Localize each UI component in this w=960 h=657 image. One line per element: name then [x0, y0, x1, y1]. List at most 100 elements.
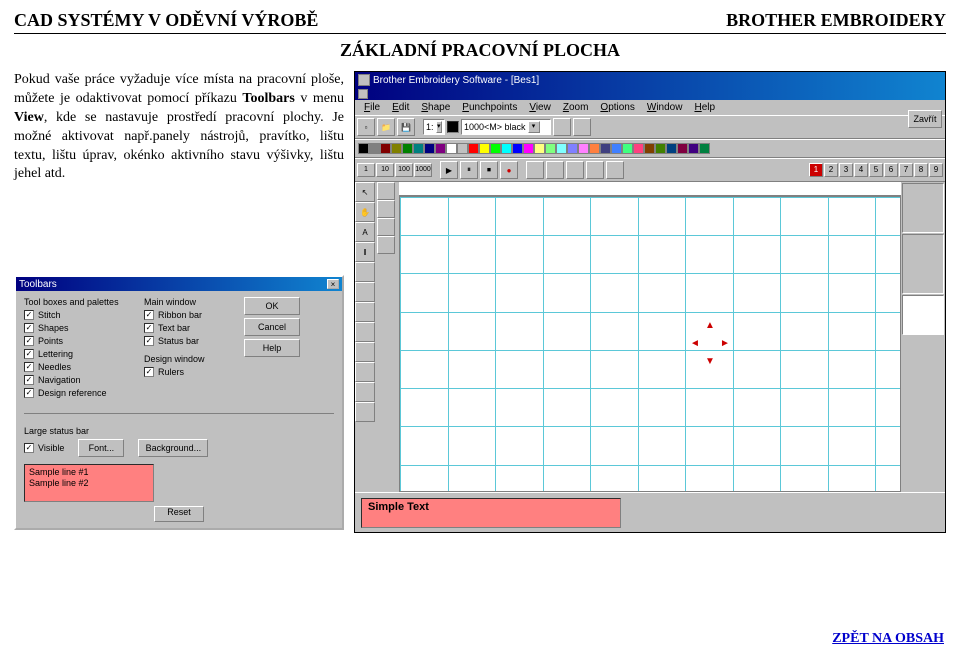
zoom-10[interactable]: 10	[376, 163, 394, 177]
needle-7[interactable]: 7	[899, 163, 913, 177]
tool-2[interactable]	[573, 118, 591, 136]
tool-p1[interactable]	[355, 262, 375, 282]
reference-panel[interactable]	[902, 234, 944, 294]
color-swatch[interactable]	[600, 143, 611, 154]
dialog-close-icon[interactable]: ×	[327, 279, 339, 289]
color-swatch[interactable]	[644, 143, 655, 154]
reset-button[interactable]: Reset	[154, 506, 204, 522]
measure-icon[interactable]: ‖	[355, 242, 375, 262]
back-to-contents-link[interactable]: ZPĚT NA OBSAH	[832, 631, 944, 647]
chk-ribbon-bar[interactable]: Ribbon bar	[144, 310, 234, 320]
chk-navigation[interactable]: Navigation	[24, 375, 134, 385]
preview-panel[interactable]	[902, 295, 944, 335]
needle-6[interactable]: 6	[884, 163, 898, 177]
tool-q2[interactable]	[377, 200, 395, 218]
color-swatch[interactable]	[380, 143, 391, 154]
tool-p4[interactable]	[355, 322, 375, 342]
color-swatch[interactable]	[523, 143, 534, 154]
chk-design-reference[interactable]: Design reference	[24, 388, 134, 398]
color-combo[interactable]: 1000<M> black▾	[461, 119, 551, 135]
color-swatch[interactable]	[545, 143, 556, 154]
color-swatch[interactable]	[567, 143, 578, 154]
color-swatch[interactable]	[413, 143, 424, 154]
tool-c[interactable]	[566, 161, 584, 179]
chk-lettering[interactable]: Lettering	[24, 349, 134, 359]
color-swatch[interactable]	[677, 143, 688, 154]
tool-e[interactable]	[606, 161, 624, 179]
tool-q4[interactable]	[377, 236, 395, 254]
menu-zoom[interactable]: Zoom	[558, 101, 594, 114]
menu-punchpoints[interactable]: Punchpoints	[457, 101, 522, 114]
color-swatch[interactable]	[402, 143, 413, 154]
color-swatch[interactable]	[369, 143, 380, 154]
tool-p3[interactable]	[355, 302, 375, 322]
zoom-100[interactable]: 100	[395, 163, 413, 177]
dialog-titlebar[interactable]: Toolbars ×	[16, 277, 342, 291]
tool-p8[interactable]	[355, 402, 375, 422]
chk-text-bar[interactable]: Text bar	[144, 323, 234, 333]
menu-options[interactable]: Options	[595, 101, 639, 114]
chk-points[interactable]: Points	[24, 336, 134, 346]
needle-4[interactable]: 4	[854, 163, 868, 177]
color-swatch[interactable]	[457, 143, 468, 154]
tool-b[interactable]	[546, 161, 564, 179]
color-swatch[interactable]	[688, 143, 699, 154]
color-swatch[interactable]	[699, 143, 710, 154]
zoom-1[interactable]: 1	[357, 163, 375, 177]
needle-1[interactable]: 1	[809, 163, 823, 177]
menu-shape[interactable]: Shape	[416, 101, 455, 114]
close-button[interactable]: Zavřít	[908, 110, 942, 128]
pause-icon[interactable]: ⏸	[460, 161, 478, 179]
color-swatch[interactable]	[479, 143, 490, 154]
menu-edit[interactable]: Edit	[387, 101, 414, 114]
needle-5[interactable]: 5	[869, 163, 883, 177]
chk-stitch[interactable]: Stitch	[24, 310, 134, 320]
design-canvas[interactable]: ◄ ► ▲ ▼	[399, 196, 901, 492]
color-swatch[interactable]	[446, 143, 457, 154]
color-swatch[interactable]	[447, 121, 459, 133]
color-swatch[interactable]	[578, 143, 589, 154]
color-swatch[interactable]	[534, 143, 545, 154]
chk-shapes[interactable]: Shapes	[24, 323, 134, 333]
color-swatch[interactable]	[501, 143, 512, 154]
menu-view[interactable]: View	[524, 101, 556, 114]
help-button[interactable]: Help	[244, 339, 300, 357]
color-swatch[interactable]	[622, 143, 633, 154]
needle-3[interactable]: 3	[839, 163, 853, 177]
rec-icon[interactable]: ●	[500, 161, 518, 179]
stop-icon[interactable]: ⏹	[480, 161, 498, 179]
color-swatch[interactable]	[358, 143, 369, 154]
text-icon[interactable]: A	[355, 222, 375, 242]
tool-p5[interactable]	[355, 342, 375, 362]
chk-rulers[interactable]: Rulers	[144, 367, 234, 377]
chk-visible[interactable]: Visible	[24, 443, 64, 453]
color-swatch[interactable]	[424, 143, 435, 154]
color-swatch[interactable]	[468, 143, 479, 154]
needle-2[interactable]: 2	[824, 163, 838, 177]
background-button[interactable]: Background...	[138, 439, 208, 457]
color-swatch[interactable]	[633, 143, 644, 154]
color-swatch[interactable]	[435, 143, 446, 154]
hand-icon[interactable]: ✋	[355, 202, 375, 222]
color-swatch[interactable]	[490, 143, 501, 154]
cancel-button[interactable]: Cancel	[244, 318, 300, 336]
zoom-1000[interactable]: 1000	[414, 163, 432, 177]
color-swatch[interactable]	[391, 143, 402, 154]
menu-help[interactable]: Help	[689, 101, 720, 114]
tool-1[interactable]	[553, 118, 571, 136]
play-icon[interactable]: ▶	[440, 161, 458, 179]
ok-button[interactable]: OK	[244, 297, 300, 315]
new-button[interactable]: ▫	[357, 118, 375, 136]
color-swatch[interactable]	[556, 143, 567, 154]
needle-combo[interactable]: 1:▾	[423, 119, 445, 135]
tool-d[interactable]	[586, 161, 604, 179]
chk-needles[interactable]: Needles	[24, 362, 134, 372]
tool-p2[interactable]	[355, 282, 375, 302]
chk-status-bar[interactable]: Status bar	[144, 336, 234, 346]
tool-a[interactable]	[526, 161, 544, 179]
open-button[interactable]: 📁	[377, 118, 395, 136]
menu-window[interactable]: Window	[642, 101, 688, 114]
tool-q1[interactable]	[377, 182, 395, 200]
tool-q3[interactable]	[377, 218, 395, 236]
needle-8[interactable]: 8	[914, 163, 928, 177]
